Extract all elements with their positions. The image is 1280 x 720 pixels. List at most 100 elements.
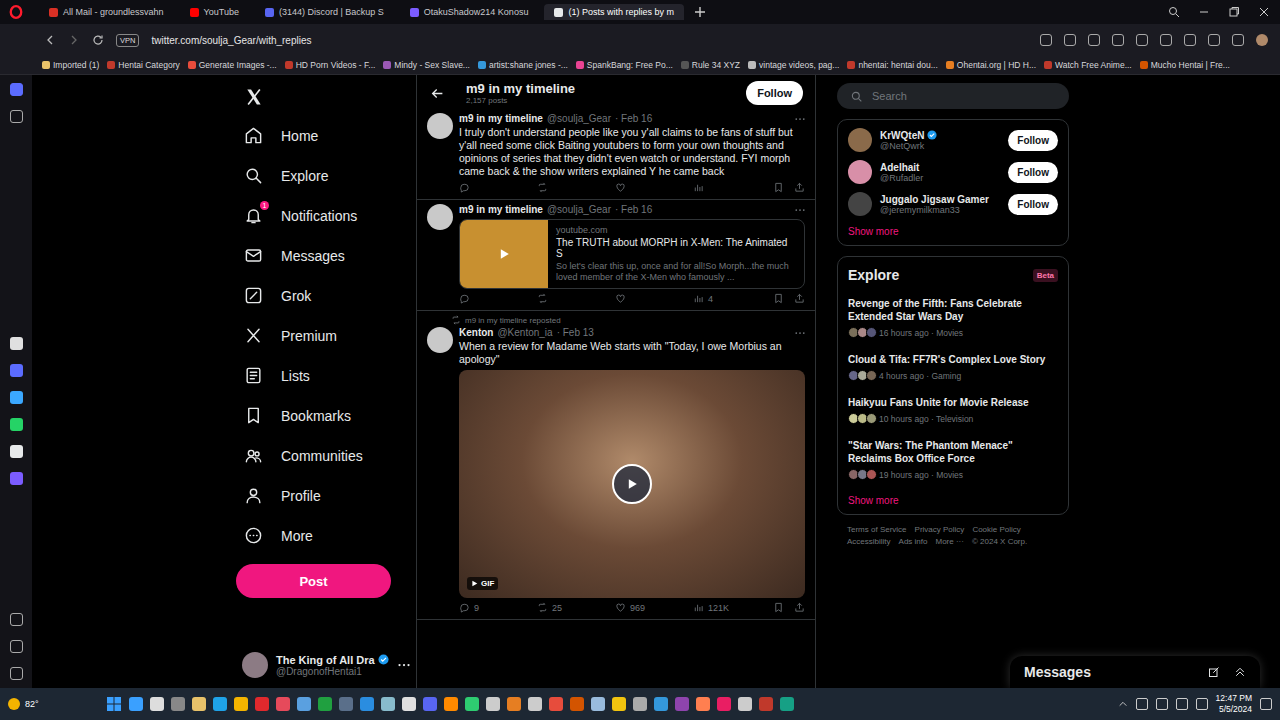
share-icon[interactable]	[794, 182, 805, 193]
nav-item[interactable]: Communities	[236, 437, 416, 474]
trend-item[interactable]: Cloud & Tifa: FF7R's Complex Love Story4…	[838, 347, 1068, 390]
taskbar-app-icon[interactable]	[297, 697, 311, 711]
taskbar-app-icon[interactable]	[192, 697, 206, 711]
post-more-icon[interactable]	[795, 331, 805, 335]
toolbar-icon[interactable]	[1136, 34, 1148, 46]
toolbar-icon[interactable]	[1160, 34, 1172, 46]
bookmark-icon[interactable]	[773, 293, 784, 304]
toolbar-icon[interactable]	[1208, 34, 1220, 46]
nav-item[interactable]: Bookmarks	[236, 397, 416, 434]
post-date[interactable]: · Feb 16	[615, 113, 652, 124]
taskbar-app-icon[interactable]	[129, 697, 143, 711]
taskbar-app-icon[interactable]	[444, 697, 458, 711]
suggested-account[interactable]: Juggalo Jigsaw Gamer@jeremymilkman33Foll…	[838, 188, 1068, 220]
browser-tab[interactable]: OtakuShadow214 Konosu	[400, 4, 539, 20]
url-field[interactable]: twitter.com/soulja_Gear/with_replies	[151, 35, 311, 46]
taskbar-app-icon[interactable]	[255, 697, 269, 711]
browser-tab[interactable]: (1) Posts with replies by m	[544, 4, 684, 20]
author-name[interactable]: m9 in my timeline	[459, 204, 543, 215]
sidebar-app-icon[interactable]	[10, 337, 23, 350]
browser-tab[interactable]: (3144) Discord | Backup S	[255, 4, 394, 20]
post-date[interactable]: · Feb 13	[557, 327, 594, 338]
author-handle[interactable]: @soulja_Gear	[547, 113, 611, 124]
profile-avatar-icon[interactable]	[1256, 34, 1268, 46]
tray-chevron-icon[interactable]	[1118, 699, 1128, 709]
sidebar-heart-icon[interactable]	[10, 613, 23, 626]
trend-item[interactable]: "Star Wars: The Phantom Menace" Reclaims…	[838, 433, 1068, 489]
nav-item[interactable]: Profile	[236, 477, 416, 514]
tray-icon[interactable]	[1196, 698, 1208, 710]
taskbar-app-icon[interactable]	[339, 697, 353, 711]
link-card[interactable]: youtube.comThe TRUTH about MORPH in X-Me…	[459, 219, 805, 289]
follow-button[interactable]: Follow	[1008, 130, 1058, 151]
bookmark[interactable]: Hentai Category	[105, 60, 181, 70]
new-tab-plus-icon[interactable]	[694, 6, 706, 18]
author-handle[interactable]: @Kenton_ia	[497, 327, 552, 338]
post[interactable]: m9 in my timeline@soulja_Gear· Feb 16you…	[417, 200, 815, 311]
reload-icon[interactable]	[92, 34, 104, 46]
footer-link[interactable]: Cookie Policy	[972, 525, 1020, 534]
post-button[interactable]: Post	[236, 564, 391, 598]
taskbar-app-icon[interactable]	[717, 697, 731, 711]
bookmark[interactable]: Mindy - Sex Slave...	[381, 60, 472, 70]
nav-item[interactable]: Explore	[236, 157, 416, 194]
taskbar-app-icon[interactable]	[150, 697, 164, 711]
post-date[interactable]: · Feb 16	[615, 204, 652, 215]
trend-item[interactable]: Revenge of the Fifth: Fans Celebrate Ext…	[838, 291, 1068, 347]
taskbar-app-icon[interactable]	[423, 697, 437, 711]
back-arrow-icon[interactable]	[431, 87, 444, 100]
restore-icon[interactable]	[1228, 6, 1240, 18]
tray-icon[interactable]	[1176, 698, 1188, 710]
toolbar-icon[interactable]	[1040, 34, 1052, 46]
like-button[interactable]: 969	[615, 602, 693, 613]
taskbar-app-icon[interactable]	[360, 697, 374, 711]
bookmark[interactable]: Imported (1)	[40, 60, 101, 70]
follow-button[interactable]: Follow	[746, 81, 803, 105]
opera-logo-icon[interactable]	[9, 5, 23, 19]
taskbar-app-icon[interactable]	[276, 697, 290, 711]
nav-item[interactable]: Lists	[236, 357, 416, 394]
taskbar-app-icon[interactable]	[381, 697, 395, 711]
account-more-icon[interactable]	[398, 663, 410, 667]
taskbar-app-icon[interactable]	[612, 697, 626, 711]
post[interactable]: m9 in my timeline@soulja_Gear· Feb 16I t…	[417, 109, 815, 200]
author-name[interactable]: m9 in my timeline	[459, 113, 543, 124]
taskbar-app-icon[interactable]	[465, 697, 479, 711]
sidebar-app-icon[interactable]	[10, 391, 23, 404]
gif-media[interactable]: GIF	[459, 370, 805, 598]
toolbar-icon[interactable]	[1184, 34, 1196, 46]
views-button[interactable]: 4	[693, 293, 771, 304]
post[interactable]: m9 in my timeline repostedKenton@Kenton_…	[417, 311, 815, 620]
bookmark[interactable]: Mucho Hentai | Fre...	[1138, 60, 1232, 70]
back-icon[interactable]	[44, 34, 56, 46]
bookmark-icon[interactable]	[773, 182, 784, 193]
post-avatar[interactable]	[427, 327, 453, 353]
follow-button[interactable]: Follow	[1008, 162, 1058, 183]
sidebar-more-icon[interactable]	[10, 667, 23, 680]
sidebar-app-icon[interactable]	[10, 445, 23, 458]
play-button[interactable]	[612, 464, 652, 504]
toolbar-icon[interactable]	[1088, 34, 1100, 46]
nav-item[interactable]: More	[236, 517, 416, 554]
taskbar-app-icon[interactable]	[402, 697, 416, 711]
reply-button[interactable]	[459, 293, 537, 304]
taskbar-app-icon[interactable]	[171, 697, 185, 711]
footer-link[interactable]: More ···	[935, 537, 963, 546]
author-name[interactable]: Kenton	[459, 327, 493, 338]
reply-button[interactable]	[459, 182, 537, 193]
browser-tab[interactable]: All Mail - groundlessvahn	[39, 4, 174, 20]
taskbar-app-icon[interactable]	[696, 697, 710, 711]
views-button[interactable]: 121K	[693, 602, 771, 613]
footer-link[interactable]: Terms of Service	[847, 525, 907, 534]
taskbar-app-icon[interactable]	[633, 697, 647, 711]
post-more-icon[interactable]	[795, 208, 805, 212]
nav-item[interactable]: Messages	[236, 237, 416, 274]
taskbar-app-icon[interactable]	[675, 697, 689, 711]
expand-icon[interactable]	[1234, 666, 1246, 678]
bookmark[interactable]: vintage videos, pag...	[746, 60, 841, 70]
toolbar-icon[interactable]	[1064, 34, 1076, 46]
nav-item[interactable]: 1Notifications	[236, 197, 416, 234]
views-button[interactable]	[693, 182, 771, 193]
vpn-badge[interactable]: VPN	[116, 34, 139, 47]
taskbar-app-icon[interactable]	[549, 697, 563, 711]
